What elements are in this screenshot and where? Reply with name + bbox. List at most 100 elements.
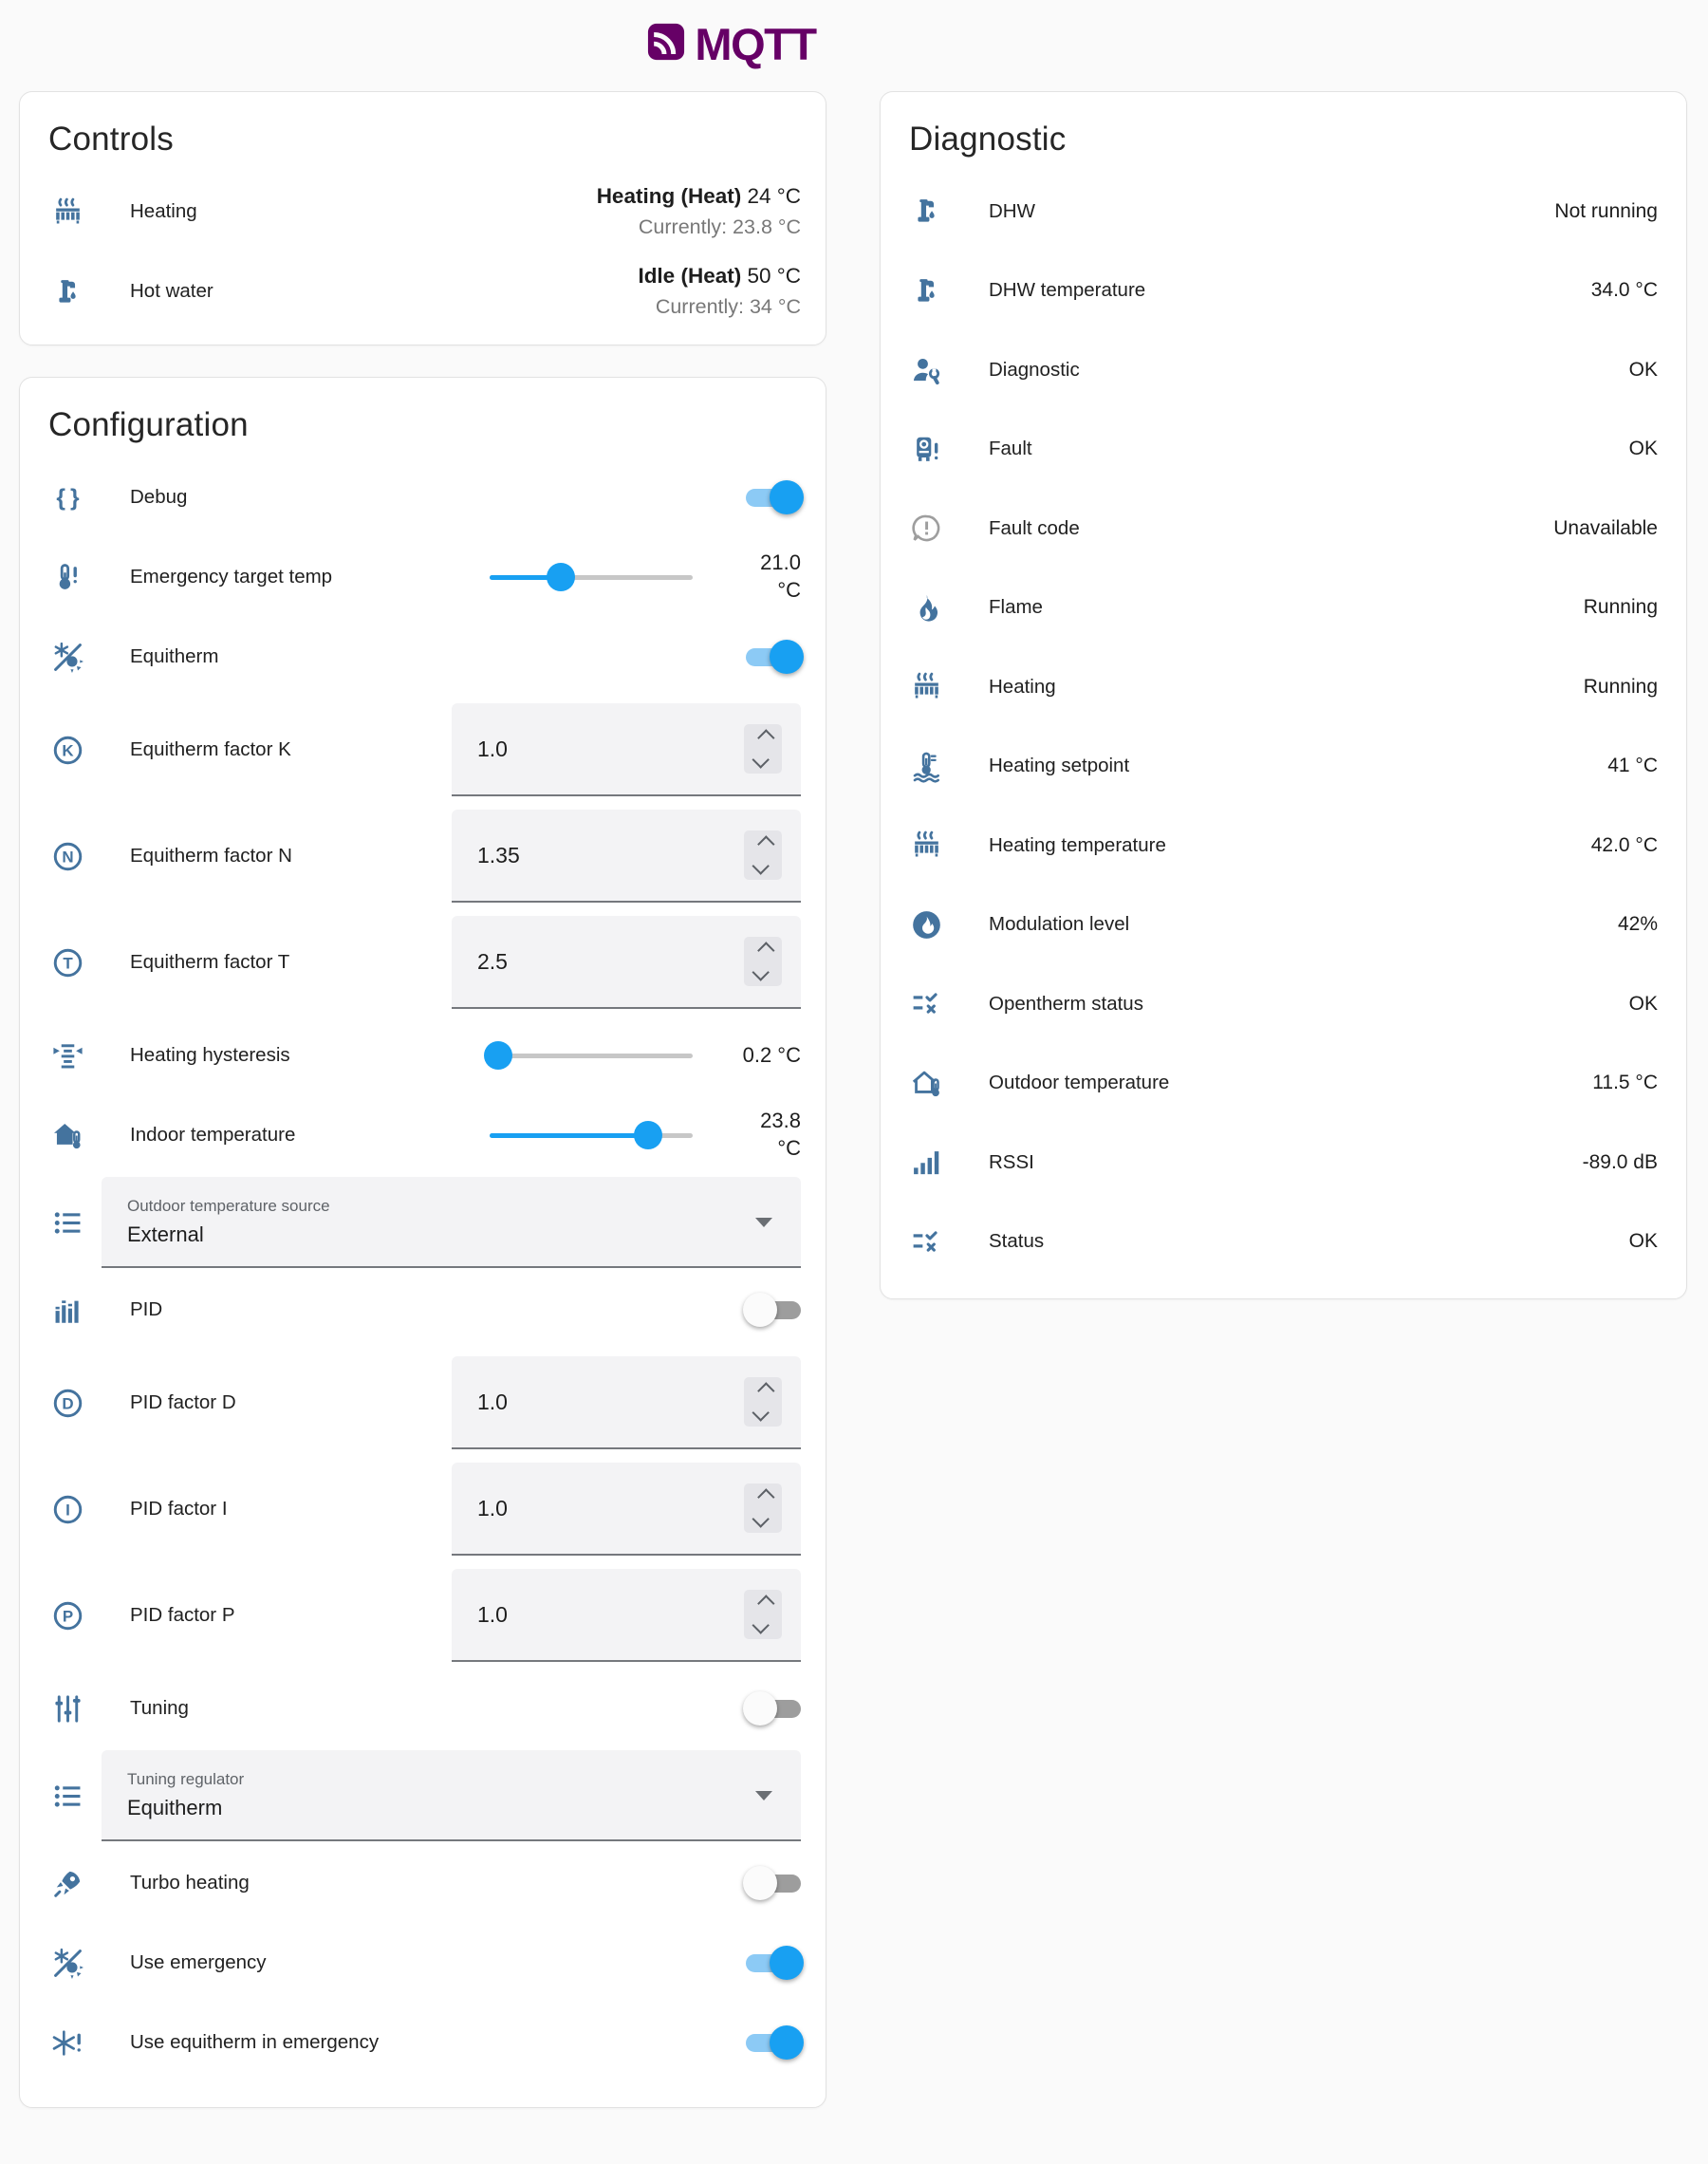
toggle-knob[interactable] — [770, 480, 804, 514]
diagnostic-row[interactable]: Opentherm status OK — [881, 964, 1686, 1044]
rocket-icon — [48, 1864, 86, 1902]
stepper-down-button[interactable] — [752, 1404, 769, 1421]
slider-wrap: 0.2 °C — [490, 1041, 801, 1070]
stepper-up-button[interactable] — [757, 835, 774, 852]
configuration-card-title: Configuration — [48, 406, 797, 444]
stepper-down-button[interactable] — [752, 857, 769, 874]
select-value[interactable]: Equitherm — [127, 1796, 801, 1820]
number-stepper[interactable] — [744, 1590, 782, 1639]
number-input[interactable]: 1.35 — [452, 810, 801, 903]
diagnostic-row[interactable]: Diagnostic OK — [881, 330, 1686, 410]
config-row-label: Use equitherm in emergency — [130, 2031, 746, 2054]
letter-i-circle-icon: I — [48, 1490, 86, 1528]
slider-knob[interactable] — [484, 1041, 512, 1070]
select-field[interactable]: Tuning regulator Equitherm — [102, 1750, 801, 1841]
snowflake-alert-icon — [48, 2024, 86, 2061]
config-row-label: Heating hysteresis — [130, 1044, 490, 1067]
number-stepper[interactable] — [744, 937, 782, 986]
number-stepper[interactable] — [744, 830, 782, 880]
config-row-label: Indoor temperature — [130, 1124, 490, 1147]
select-value[interactable]: External — [127, 1222, 801, 1247]
number-input-value[interactable]: 2.5 — [477, 949, 508, 975]
diagnostic-row[interactable]: Flame Running — [881, 569, 1686, 648]
number-input-value[interactable]: 1.0 — [477, 1390, 508, 1415]
diagnostic-row[interactable]: Fault OK — [881, 410, 1686, 490]
page-header: MQTT — [0, 0, 1708, 87]
control-row[interactable]: Hot water Idle (Heat) 50 °C Currently: 3… — [20, 252, 826, 331]
stepper-down-button[interactable] — [752, 963, 769, 980]
toggle-knob[interactable] — [770, 1946, 804, 1980]
water-pump-icon — [48, 272, 86, 310]
toggle-switch[interactable] — [746, 1301, 801, 1319]
toggle-knob[interactable] — [770, 2025, 804, 2060]
slider-value: 0.2 °C — [708, 1042, 801, 1070]
slider-knob[interactable] — [547, 563, 575, 591]
stepper-up-button[interactable] — [757, 1488, 774, 1505]
stepper-up-button[interactable] — [757, 1382, 774, 1399]
toggle-switch[interactable] — [746, 648, 801, 666]
stepper-down-button[interactable] — [752, 751, 769, 768]
config-row-toggle: Turbo heating — [20, 1843, 826, 1923]
number-input[interactable]: 2.5 — [452, 916, 801, 1009]
diagnostic-row[interactable]: Modulation level 42% — [881, 886, 1686, 965]
slider-knob[interactable] — [634, 1121, 662, 1149]
number-input[interactable]: 1.0 — [452, 703, 801, 796]
select-field[interactable]: Outdoor temperature source External — [102, 1177, 801, 1268]
config-row-number: D PID factor D 1.0 — [20, 1350, 826, 1456]
diagnostic-row[interactable]: Outdoor temperature 11.5 °C — [881, 1044, 1686, 1124]
number-input-value[interactable]: 1.35 — [477, 843, 520, 868]
control-row-label: Hot water — [130, 280, 638, 303]
toggle-switch[interactable] — [746, 2034, 801, 2052]
diagnostic-row[interactable]: RSSI -89.0 dB — [881, 1123, 1686, 1203]
stepper-down-button[interactable] — [752, 1616, 769, 1633]
slider[interactable] — [490, 1041, 693, 1070]
diagnostic-rows: DHW Not running DHW temperature 34.0 °C … — [881, 172, 1686, 1281]
toggle-knob[interactable] — [743, 1691, 777, 1726]
diagnostic-row-value: 42.0 °C — [1591, 834, 1658, 857]
number-input-value[interactable]: 1.0 — [477, 1602, 508, 1628]
number-input-value[interactable]: 1.0 — [477, 737, 508, 762]
slider[interactable] — [490, 1121, 693, 1149]
number-stepper[interactable] — [744, 724, 782, 774]
list-status-icon — [907, 985, 945, 1023]
config-row-toggle: Use equitherm in emergency — [20, 2003, 826, 2082]
slider[interactable] — [490, 563, 693, 591]
toggle-knob[interactable] — [743, 1293, 777, 1327]
fire-icon — [907, 588, 945, 626]
diagnostic-row[interactable]: Heating setpoint 41 °C — [881, 727, 1686, 807]
number-stepper[interactable] — [744, 1483, 782, 1533]
number-input-value[interactable]: 1.0 — [477, 1496, 508, 1521]
stepper-up-button[interactable] — [757, 729, 774, 746]
diagnostic-row[interactable]: Fault code Unavailable — [881, 489, 1686, 569]
diagnostic-row[interactable]: Heating temperature 42.0 °C — [881, 806, 1686, 886]
number-input[interactable]: 1.0 — [452, 1356, 801, 1449]
slider-value: 23.8°C — [708, 1108, 801, 1162]
diagnostic-row-label: Heating setpoint — [989, 755, 1607, 777]
toggle-switch[interactable] — [746, 1875, 801, 1893]
config-row-label: Equitherm factor K — [130, 738, 452, 761]
diagnostic-row[interactable]: DHW Not running — [881, 172, 1686, 252]
diagnostic-row[interactable]: DHW temperature 34.0 °C — [881, 252, 1686, 331]
toggle-switch[interactable] — [746, 1700, 801, 1718]
stepper-up-button[interactable] — [757, 942, 774, 959]
toggle-knob[interactable] — [770, 640, 804, 674]
config-row-toggle: Equitherm — [20, 617, 826, 697]
stepper-down-button[interactable] — [752, 1510, 769, 1527]
sun-snowflake-icon — [48, 638, 86, 676]
toggle-switch[interactable] — [746, 489, 801, 507]
number-input[interactable]: 1.0 — [452, 1569, 801, 1662]
diagnostic-row[interactable]: Heating Running — [881, 647, 1686, 727]
configuration-card: Configuration { } Debug Emergency target… — [19, 377, 826, 2108]
toggle-knob[interactable] — [743, 1866, 777, 1900]
number-stepper[interactable] — [744, 1377, 782, 1427]
stepper-up-button[interactable] — [757, 1595, 774, 1612]
message-alert-icon — [907, 510, 945, 548]
toggle-switch[interactable] — [746, 1954, 801, 1972]
config-row-select: Tuning regulator Equitherm — [20, 1748, 826, 1843]
control-row[interactable]: Heating Heating (Heat) 24 °C Currently: … — [20, 172, 826, 252]
mqtt-logo-icon — [645, 21, 687, 67]
number-input[interactable]: 1.0 — [452, 1463, 801, 1556]
diagnostic-row[interactable]: Status OK — [881, 1203, 1686, 1282]
slider-track[interactable] — [490, 1054, 693, 1058]
config-row-select: Outdoor temperature source External — [20, 1175, 826, 1270]
